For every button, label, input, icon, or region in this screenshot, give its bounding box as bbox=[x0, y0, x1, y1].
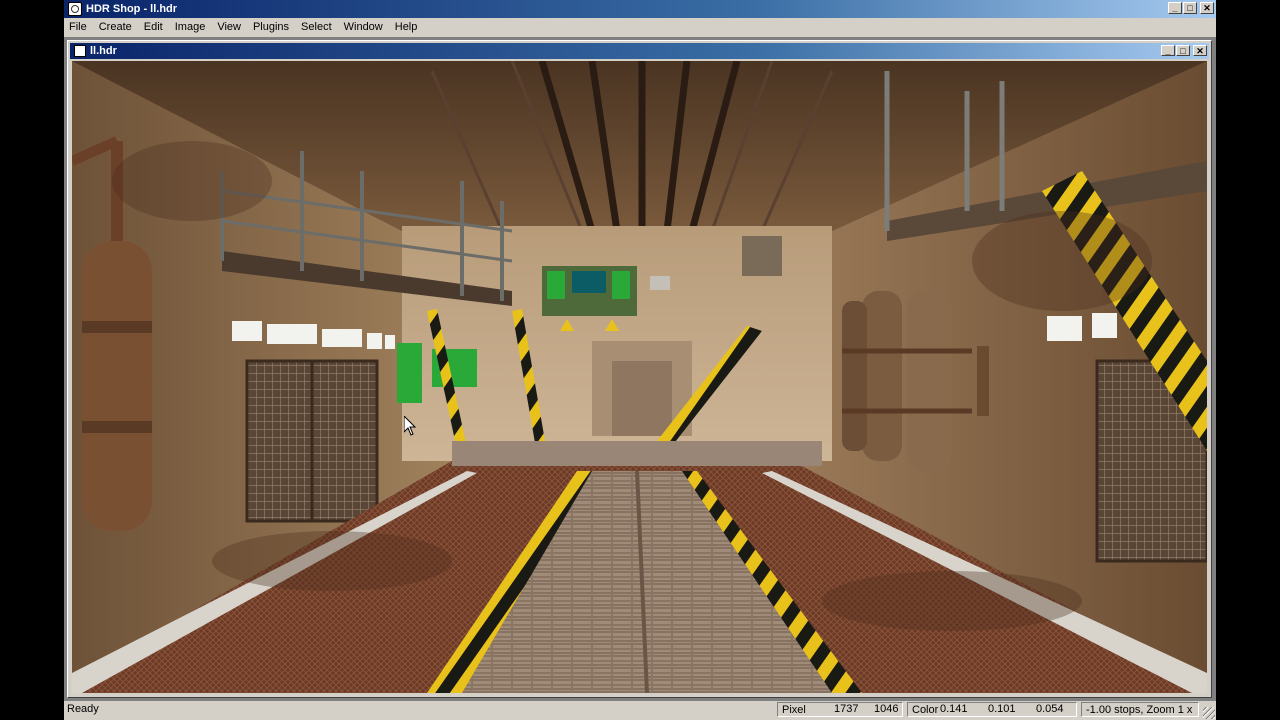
maximize-button[interactable]: □ bbox=[1183, 2, 1197, 14]
image-viewport[interactable] bbox=[72, 61, 1207, 693]
document-icon[interactable] bbox=[74, 45, 86, 57]
pixel-x: 1737 bbox=[834, 703, 859, 715]
menu-create[interactable]: Create bbox=[93, 21, 138, 33]
menu-file[interactable]: File bbox=[64, 21, 93, 33]
status-bar: Ready Pixel 1737 1046 Color 0.141 0.101 … bbox=[64, 700, 1216, 720]
menu-plugins[interactable]: Plugins bbox=[247, 21, 295, 33]
menu-edit[interactable]: Edit bbox=[138, 21, 169, 33]
menu-view[interactable]: View bbox=[211, 21, 247, 33]
pixel-x-cell: 1737 bbox=[830, 702, 870, 717]
document-title-bar[interactable]: ll.hdr _ □ ✕ bbox=[70, 43, 1209, 59]
mdi-client-area: ll.hdr _ □ ✕ bbox=[64, 37, 1216, 701]
hdr-shop-window: HDR Shop - ll.hdr _ □ ✕ File Create Edit… bbox=[64, 0, 1216, 720]
view-info: -1.00 stops, Zoom 1 x bbox=[1086, 704, 1193, 716]
color-g-cell: 0.101 bbox=[984, 702, 1024, 717]
hdr-image bbox=[72, 61, 1207, 693]
title-bar[interactable]: HDR Shop - ll.hdr _ □ ✕ bbox=[64, 0, 1216, 18]
color-b-cell: 0.054 bbox=[1032, 702, 1072, 717]
menu-select[interactable]: Select bbox=[295, 21, 338, 33]
color-label: Color bbox=[912, 704, 939, 716]
resize-grip[interactable] bbox=[1203, 707, 1215, 719]
menu-bar: File Create Edit Image View Plugins Sele… bbox=[64, 18, 1216, 36]
app-icon[interactable] bbox=[68, 2, 82, 16]
menu-image[interactable]: Image bbox=[169, 21, 212, 33]
window-title: HDR Shop - ll.hdr bbox=[86, 3, 178, 15]
color-r-cell: 0.141 bbox=[936, 702, 976, 717]
minimize-button[interactable]: _ bbox=[1168, 2, 1182, 14]
close-button[interactable]: ✕ bbox=[1200, 2, 1214, 14]
document-title: ll.hdr bbox=[90, 45, 117, 57]
document-minimize-button[interactable]: _ bbox=[1161, 45, 1175, 56]
menu-window[interactable]: Window bbox=[338, 21, 389, 33]
status-ready: Ready bbox=[67, 703, 99, 715]
pixel-y: 1046 bbox=[874, 703, 899, 715]
mouse-cursor-icon bbox=[404, 416, 417, 436]
color-b: 0.054 bbox=[1036, 703, 1064, 715]
document-close-button[interactable]: ✕ bbox=[1193, 45, 1207, 56]
document-maximize-button[interactable]: □ bbox=[1176, 45, 1190, 56]
color-g: 0.101 bbox=[988, 703, 1016, 715]
image-document-window: ll.hdr _ □ ✕ bbox=[67, 40, 1212, 698]
pixel-y-cell: 1046 bbox=[870, 702, 906, 717]
pixel-label: Pixel bbox=[782, 704, 806, 716]
color-r: 0.141 bbox=[940, 703, 968, 715]
view-info-cell: -1.00 stops, Zoom 1 x bbox=[1081, 702, 1199, 717]
menu-help[interactable]: Help bbox=[389, 21, 424, 33]
